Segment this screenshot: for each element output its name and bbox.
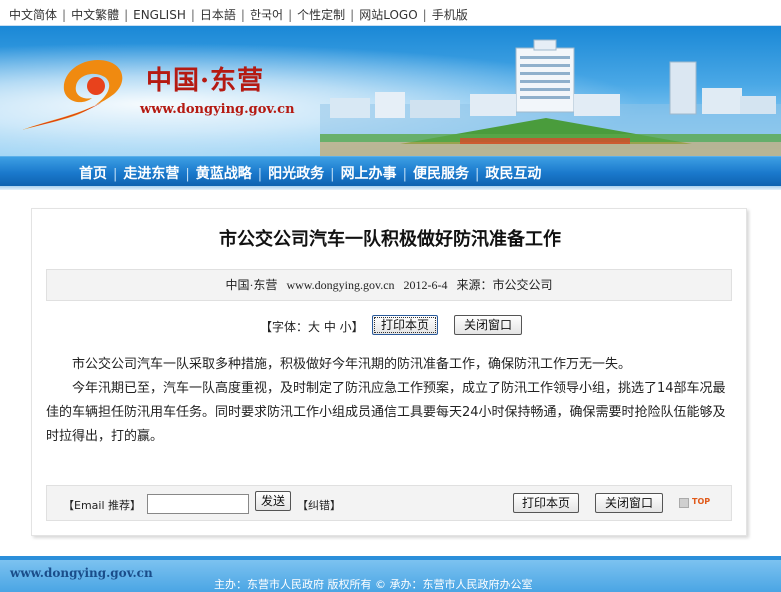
article-tools: 【字体：大 中 小】 打印本页 关闭窗口 [32,313,748,339]
separator: | [62,8,67,22]
site-banner: 中国·东营 www.dongying.gov.cn [0,26,781,156]
article-paragraph: 今年汛期已至，汽车一队高度重视，及时制定了防汛应急工作预案，成立了防汛工作领导小… [46,381,726,444]
meta-source: 来源：市公交公司 [456,278,553,292]
nav-item-home[interactable]: 首页 [79,166,107,182]
separator: | [190,8,195,22]
footer-copyright: 主办：东营市人民政府 版权所有 © 承办：东营市人民政府办公室 [214,578,533,591]
nav-item-public-services[interactable]: 便民服务 [413,166,469,182]
separator: | [288,8,293,22]
custom-link[interactable]: 个性定制 [297,8,345,22]
separator: | [124,8,129,22]
site-name: 中国·东营 [146,66,265,96]
font-size-selector[interactable]: 【字体：大 中 小】 [260,318,364,335]
close-window-button[interactable]: 关闭窗口 [595,493,663,513]
site-logo-link[interactable]: 网站LOGO [359,8,417,22]
article-content: 市公交公司汽车一队采取多种措施，积极做好今年汛期的防汛准备工作，确保防汛工作万无… [46,353,736,449]
dongying-swirl-logo-icon [22,60,123,130]
nav-item-strategy[interactable]: 黄蓝战略 [196,166,252,182]
article-paragraph: 市公交公司汽车一队采取多种措施，积极做好今年汛期的防汛准备工作，确保防汛工作万无… [72,357,632,372]
site-footer: www.dongying.gov.cn 主办：东营市人民政府 版权所有 © 承办… [0,560,781,592]
report-error-link[interactable]: 【纠错】 [297,497,341,513]
top-arrow-icon [679,498,689,508]
lang-link-simplified[interactable]: 中文简体 [9,8,57,22]
nav-item-government-affairs[interactable]: 阳光政务 [268,166,324,182]
lang-link-english[interactable]: ENGLISH [133,8,186,22]
print-button[interactable]: 打印本页 [372,315,438,335]
cityscape-image [320,39,781,156]
article-card: 市公交公司汽车一队积极做好防汛准备工作 中国·东营 www.dongying.g… [31,208,747,536]
meta-site: 中国·东营 [225,278,278,292]
nav-item-about-dongying[interactable]: 走进东营 [123,166,179,182]
nav-shadow [0,186,781,190]
email-input[interactable] [147,494,249,514]
close-window-button[interactable]: 关闭窗口 [454,315,522,335]
nav-item-interaction[interactable]: 政民互动 [485,166,541,182]
lang-link-traditional[interactable]: 中文繁體 [71,8,119,22]
mobile-link[interactable]: 手机版 [432,8,468,22]
separator: | [402,167,407,182]
language-bar: 中文简体 | 中文繁體 | ENGLISH | 日本語 | 한국어 | 个性定制 | 网站LOGO | 手机… [0,0,781,26]
nav-item-online-services[interactable]: 网上办事 [341,166,397,182]
back-to-top-icon[interactable]: TOP [679,497,715,510]
send-button[interactable]: 发送 [255,491,291,511]
footer-site-url: www.dongying.gov.cn [10,566,153,580]
separator: | [240,8,245,22]
separator: | [257,167,263,182]
main-nav: 首页 | 走进东营 | 黄蓝战略 | 阳光政务 | 网上办事 | 便民服务 | 政民互动 [0,156,781,186]
site-url: www.dongying.gov.cn [140,102,295,117]
separator: | [350,8,355,22]
separator: | [474,167,480,182]
share-bar: 【Email 推荐】 发送 【纠错】 打印本页 关闭窗口 TOP [46,485,732,521]
article-meta: 中国·东营 www.dongying.gov.cn 2012-6-4 来源：市公… [46,269,732,301]
lang-link-korean[interactable]: 한국어 [250,8,283,22]
separator: | [422,8,427,22]
top-label: TOP [692,497,711,506]
article-title: 市公交公司汽车一队积极做好防汛准备工作 [219,229,561,250]
email-recommend-label: 【Email 推荐】 [63,499,142,512]
language-links: 中文简体 | 中文繁體 | ENGLISH | 日本語 | 한국어 | 个性定制 | 网站LOGO | 手机… [9,6,468,23]
meta-date: 2012-6-4 [403,278,448,292]
meta-url: www.dongying.gov.cn [286,278,395,292]
lang-link-japanese[interactable]: 日本語 [200,8,236,22]
separator: | [113,167,118,182]
separator: | [330,167,335,182]
separator: | [185,167,190,182]
print-button[interactable]: 打印本页 [513,493,579,513]
